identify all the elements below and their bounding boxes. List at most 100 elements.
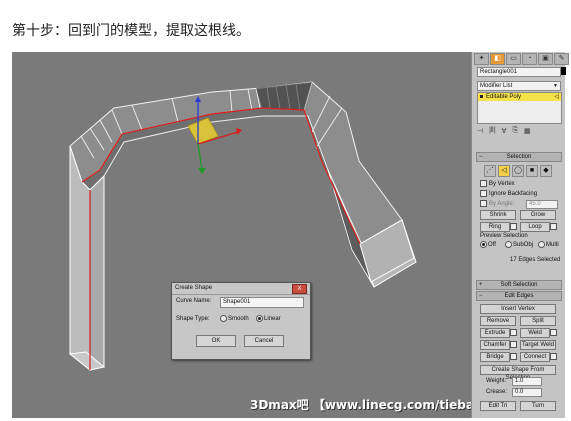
loop-settings-icon[interactable] — [550, 223, 557, 230]
preview-off-option[interactable]: Off — [480, 241, 496, 248]
modifier-stack: Editable Poly ◁ — [477, 92, 562, 124]
grow-button[interactable]: Grow — [520, 210, 556, 220]
polygon-mode-icon[interactable]: ■ — [526, 165, 538, 177]
target-weld-button[interactable]: Target Weld — [520, 340, 556, 350]
by-angle-spinner[interactable]: 45.0 — [526, 200, 558, 209]
object-color-swatch[interactable] — [561, 67, 566, 75]
stack-item-editable-poly[interactable]: Editable Poly ◁ — [478, 93, 561, 101]
create-shape-from-selection-button[interactable]: Create Shape From Selection — [480, 365, 556, 381]
selection-status: 17 Edges Selected — [510, 257, 561, 263]
by-angle-option[interactable]: By Angle: — [480, 200, 514, 207]
utilities-tab-icon[interactable]: ✎ — [554, 53, 569, 65]
element-mode-icon[interactable]: ◆ — [540, 165, 552, 177]
ignore-backfacing-checkbox[interactable] — [480, 190, 487, 197]
extrude-settings-icon[interactable] — [510, 329, 517, 336]
extrude-button[interactable]: Extrude — [480, 328, 510, 338]
preview-off-radio[interactable] — [480, 241, 487, 248]
weight-spinner[interactable]: 1.0 — [512, 377, 542, 386]
stack-item-label: Editable Poly — [486, 94, 522, 100]
remove-modifier-icon[interactable]: ⎘ — [512, 127, 518, 135]
preview-off-label: Off — [488, 242, 496, 249]
perspective-viewport[interactable]: 3Dmax吧 【www.linecg.com/tieba/1771】 Creat… — [12, 52, 471, 418]
dialog-title: Create Shape — [175, 285, 213, 291]
panel-tabs: ✦ ◧ ▭ ◔ ▣ ✎ — [474, 53, 569, 65]
vertex-mode-icon[interactable]: ⋰ — [484, 165, 496, 177]
preview-multi-radio[interactable] — [538, 241, 545, 248]
soft-selection-rollout-header[interactable]: + Soft Selection — [476, 280, 562, 290]
remove-button[interactable]: Remove — [480, 316, 516, 326]
bridge-settings-icon[interactable] — [510, 353, 517, 360]
shrink-button[interactable]: Shrink — [480, 210, 516, 220]
weld-settings-icon[interactable] — [550, 329, 557, 336]
modifier-list-dropdown[interactable]: Modifier List ▼ — [477, 81, 561, 91]
crease-label: Crease: — [486, 389, 508, 395]
preview-subobj-label: SubObj — [513, 242, 534, 249]
loop-button[interactable]: Loop — [520, 222, 550, 232]
edge-mode-icon[interactable]: ◁ — [498, 165, 510, 177]
curve-name-input[interactable]: Shape001 — [220, 297, 304, 308]
command-panel: ✦ ◧ ▭ ◔ ▣ ✎ Rectangle001 Modifier List ▼… — [471, 52, 569, 418]
object-name-field[interactable]: Rectangle001 — [477, 67, 561, 77]
caption-text: 第十步：回到门的模型，提取这根线。 — [12, 23, 250, 39]
chamfer-button[interactable]: Chamfer — [480, 340, 510, 350]
weld-button[interactable]: Weld — [520, 328, 550, 338]
expand-icon[interactable] — [480, 94, 483, 98]
collapse-icon: − — [479, 293, 483, 299]
light-bulb-icon[interactable]: ◁ — [554, 93, 559, 101]
turn-button[interactable]: Turn — [520, 401, 556, 411]
make-unique-icon[interactable]: ∀ — [502, 127, 507, 135]
ring-settings-icon[interactable] — [510, 223, 517, 230]
by-vertex-option[interactable]: By Vertex — [480, 180, 515, 187]
pin-stack-icon[interactable]: ⊣ — [477, 127, 483, 135]
shape-type-label: Shape Type: — [176, 316, 210, 322]
create-tab-icon[interactable]: ✦ — [474, 53, 489, 65]
ignore-backfacing-option[interactable]: Ignore Backfacing — [480, 190, 537, 197]
modifier-list-label: Modifier List — [480, 83, 513, 89]
linear-radio[interactable] — [256, 315, 263, 322]
preview-subobj-option[interactable]: SubObj — [505, 241, 533, 248]
smooth-label: Smooth — [228, 316, 249, 323]
preview-subobj-radio[interactable] — [505, 241, 512, 248]
subobject-selector: ⋰ ◁ ◯ ■ ◆ — [484, 165, 552, 177]
ok-button[interactable]: OK — [196, 335, 236, 347]
preview-selection-label: Preview Selection — [480, 233, 528, 239]
selection-rollout-title: Selection — [506, 154, 532, 160]
motion-tab-icon[interactable]: ◔ — [522, 53, 537, 65]
by-vertex-label: By Vertex — [489, 181, 515, 188]
border-mode-icon[interactable]: ◯ — [512, 165, 524, 177]
soft-selection-title: Soft Selection — [500, 282, 538, 288]
ring-button[interactable]: Ring — [480, 222, 510, 232]
door-frame-model — [68, 81, 417, 372]
hierarchy-tab-icon[interactable]: ▭ — [506, 53, 521, 65]
display-tab-icon[interactable]: ▣ — [538, 53, 553, 65]
preview-multi-option[interactable]: Multi — [538, 241, 559, 248]
insert-vertex-button[interactable]: Insert Vertex — [480, 304, 556, 314]
watermark-text: 3Dmax吧 【www.linecg.com/tieba/1771】 — [250, 398, 471, 412]
bridge-button[interactable]: Bridge — [480, 352, 510, 362]
by-angle-checkbox[interactable] — [480, 200, 487, 207]
by-vertex-checkbox[interactable] — [480, 180, 487, 187]
split-button[interactable]: Split — [520, 316, 556, 326]
show-end-result-icon[interactable]: |‖| — [489, 127, 496, 135]
create-shape-dialog: Create Shape X Curve Name: Shape001 Shap… — [171, 282, 311, 360]
crease-spinner[interactable]: 0.0 — [512, 388, 542, 397]
edit-edges-rollout-header[interactable]: − Edit Edges — [476, 291, 562, 301]
dialog-title-bar[interactable]: Create Shape X — [172, 283, 310, 295]
expand-icon: + — [479, 282, 483, 288]
edit-tri-button[interactable]: Edit Tri — [480, 401, 516, 411]
connect-button[interactable]: Connect — [520, 352, 550, 362]
close-button[interactable]: X — [292, 284, 307, 294]
chamfer-settings-icon[interactable] — [510, 341, 517, 348]
stack-toolbar: ⊣ |‖| ∀ ⎘ ▦ — [477, 127, 531, 135]
configure-sets-icon[interactable]: ▦ — [524, 127, 531, 135]
max-window: 3Dmax吧 【www.linecg.com/tieba/1771】 Creat… — [12, 52, 569, 418]
smooth-option[interactable]: Smooth — [220, 315, 249, 322]
linear-option[interactable]: Linear — [256, 315, 281, 322]
by-angle-label: By Angle: — [489, 201, 515, 208]
smooth-radio[interactable] — [220, 315, 227, 322]
selection-rollout-header[interactable]: − Selection — [476, 152, 562, 162]
connect-settings-icon[interactable] — [550, 353, 557, 360]
modify-tab-icon[interactable]: ◧ — [490, 53, 505, 65]
collapse-icon: − — [479, 154, 483, 160]
cancel-button[interactable]: Cancel — [244, 335, 284, 347]
